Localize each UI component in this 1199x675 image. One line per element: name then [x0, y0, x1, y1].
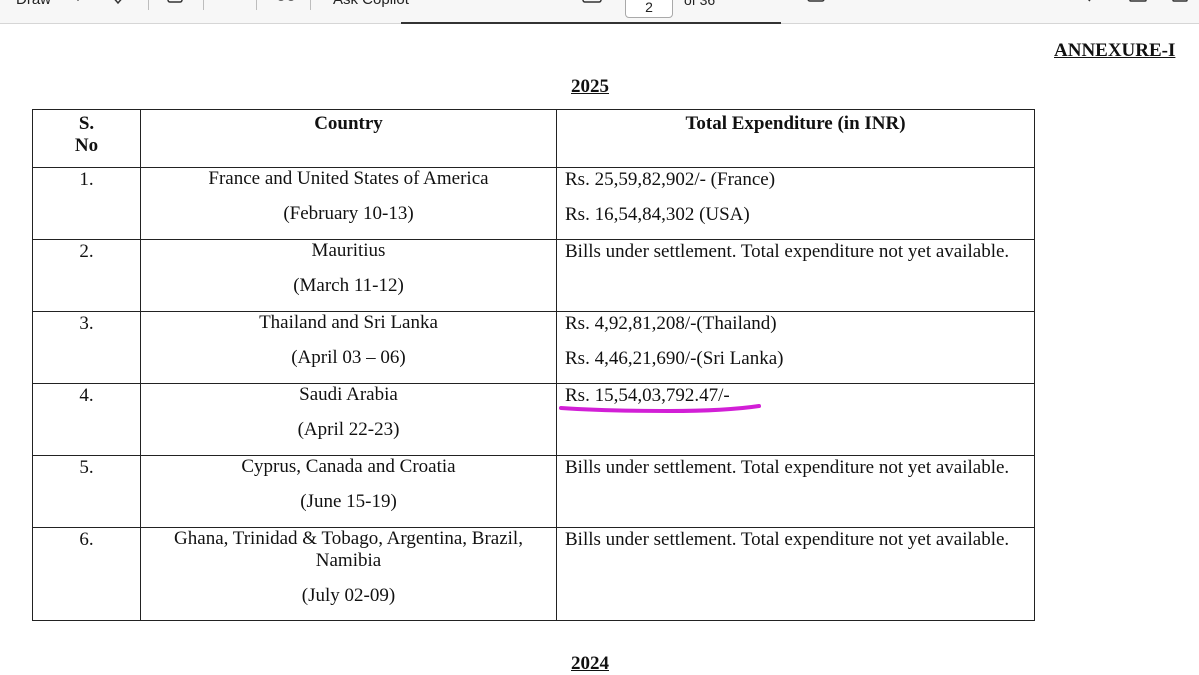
cell-country: Cyprus, Canada and Croatia (June 15-19) — [140, 455, 557, 528]
draw-button[interactable]: Draw — [16, 0, 51, 9]
header-sno-line: No — [74, 135, 99, 156]
ask-copilot-button[interactable]: Ask Copilot — [333, 0, 409, 9]
toolbar-divider — [203, 0, 204, 10]
cell-country: Ghana, Trinidad & Tobago, Argentina, Bra… — [140, 527, 557, 621]
cell-country: France and United States of America (Feb… — [140, 167, 557, 240]
expenditure-line: Bills under settlement. Total expenditur… — [565, 241, 1010, 262]
table-row: 6. Ghana, Trinidad & Tobago, Argentina, … — [32, 527, 1035, 621]
expenditure-line: Bills under settlement. Total expenditur… — [565, 529, 1010, 550]
annexure-label: ANNEXURE-I — [1054, 40, 1176, 61]
country-name: Saudi Arabia — [299, 384, 398, 405]
expenditure-line: Rs. 4,46,21,690/-(Sri Lanka) — [565, 348, 784, 369]
country-name: Ghana, Trinidad & Tobago, Argentina, Bra… — [174, 528, 523, 571]
page-number-value: 2 — [645, 0, 653, 15]
country-name: Mauritius — [311, 240, 386, 261]
table-row: 5. Cyprus, Canada and Croatia (June 15-1… — [32, 455, 1035, 528]
header-country: Country — [140, 109, 557, 168]
next-year-heading: 2024 — [571, 653, 609, 674]
expenditure-line: Rs. 25,59,82,902/- (France) — [565, 169, 776, 190]
table-row: 1. France and United States of America (… — [32, 167, 1035, 240]
page-view-icon[interactable] — [582, 0, 602, 6]
cell-sno: 5. — [32, 455, 141, 528]
country-name: Cyprus, Canada and Croatia — [241, 456, 456, 477]
cell-sno: 4. — [32, 383, 141, 456]
pdf-toolbar: Draw Ask Copilot 2 of 36 — [0, 0, 1199, 24]
cell-sno: 2. — [32, 239, 141, 312]
cell-country: Mauritius (March 11-12) — [140, 239, 557, 312]
table-row: 2. Mauritius (March 11-12) Bills under s… — [32, 239, 1035, 312]
visit-dates: (April 22-23) — [297, 419, 400, 440]
expenditure-line: Rs. 15,54,03,792.47/- — [565, 385, 730, 406]
cell-expenditure: Bills under settlement. Total expenditur… — [556, 455, 1035, 528]
search-icon[interactable] — [1075, 0, 1091, 6]
cell-expenditure: Rs. 4,92,81,208/-(Thailand) Rs. 4,46,21,… — [556, 311, 1035, 384]
header-sno-line: S. — [78, 113, 95, 134]
table-header-row: S. No Country Total Expenditure (in INR) — [32, 109, 1035, 168]
eraser-icon[interactable] — [110, 0, 126, 6]
table-row: 3. Thailand and Sri Lanka (April 03 – 06… — [32, 311, 1035, 384]
cell-expenditure: Bills under settlement. Total expenditur… — [556, 527, 1035, 621]
rotate-icon[interactable] — [757, 0, 773, 6]
visit-dates: (March 11-12) — [293, 275, 404, 296]
page-total-label: of 36 — [684, 0, 716, 8]
toolbar-divider — [256, 0, 257, 10]
table-row: 4. Saudi Arabia (April 22-23) Rs. 15,54,… — [32, 383, 1035, 456]
year-heading: 2025 — [571, 76, 609, 97]
toolbar-divider — [310, 0, 311, 10]
cell-sno: 6. — [32, 527, 141, 621]
header-expenditure: Total Expenditure (in INR) — [556, 109, 1035, 168]
save-icon[interactable] — [1172, 0, 1188, 6]
visit-dates: (July 02-09) — [301, 585, 396, 606]
text-icon[interactable] — [220, 0, 236, 6]
toolbar-divider — [148, 0, 149, 10]
previous-page-icon[interactable] — [540, 0, 556, 6]
print-icon[interactable] — [1128, 0, 1148, 6]
page-number-input[interactable]: 2 — [625, 0, 673, 18]
country-name: Thailand and Sri Lanka — [259, 312, 438, 333]
cell-sno: 3. — [32, 311, 141, 384]
cell-country: Saudi Arabia (April 22-23) — [140, 383, 557, 456]
expenditure-table: S. No Country Total Expenditure (in INR)… — [32, 109, 1035, 621]
fit-page-icon[interactable] — [806, 0, 826, 6]
visit-dates: (April 03 – 06) — [291, 347, 406, 368]
expenditure-line: Rs. 4,92,81,208/-(Thailand) — [565, 313, 777, 334]
cell-sno: 1. — [32, 167, 141, 240]
chevron-down-icon[interactable] — [70, 0, 86, 6]
cell-expenditure: Rs. 25,59,82,902/- (France) Rs. 16,54,84… — [556, 167, 1035, 240]
cell-expenditure: Bills under settlement. Total expenditur… — [556, 239, 1035, 312]
country-name: France and United States of America — [208, 168, 489, 189]
text-selection-underline — [401, 22, 781, 24]
visit-dates: (June 15-19) — [300, 491, 397, 512]
cell-expenditure: Rs. 15,54,03,792.47/- — [556, 383, 1035, 456]
cell-country: Thailand and Sri Lanka (April 03 – 06) — [140, 311, 557, 384]
text-box-icon[interactable] — [167, 0, 183, 6]
header-sno: S. No — [32, 109, 141, 168]
visit-dates: (February 10-13) — [283, 203, 414, 224]
read-aloud-icon[interactable] — [275, 0, 297, 6]
highlighted-expenditure: Rs. 15,54,03,792.47/- — [559, 385, 761, 414]
expenditure-line: Bills under settlement. Total expenditur… — [565, 457, 1010, 478]
expenditure-line: Rs. 16,54,84,302 (USA) — [565, 204, 750, 225]
